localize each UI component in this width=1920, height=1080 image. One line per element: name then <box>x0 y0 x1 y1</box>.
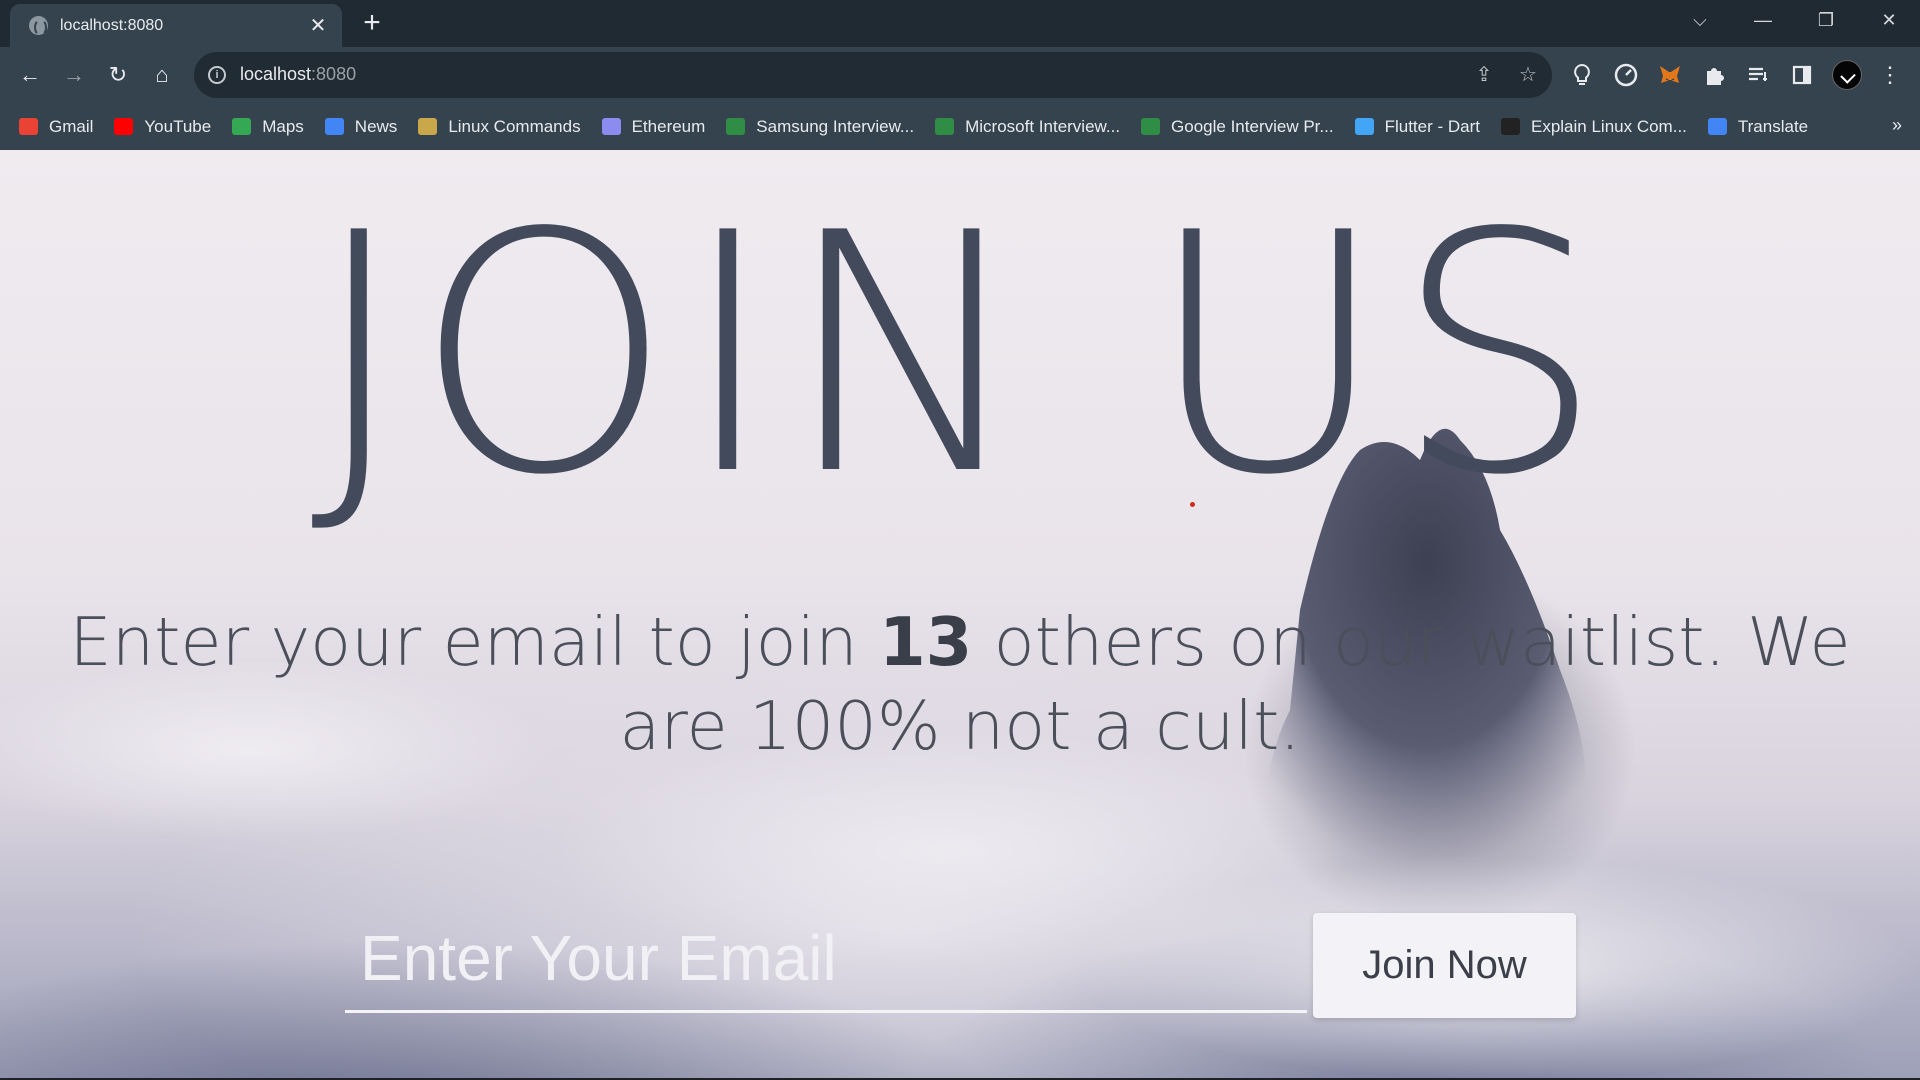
flutter-icon <box>1354 118 1374 135</box>
site-info-icon[interactable]: i <box>208 66 226 84</box>
gmail-icon <box>19 118 38 135</box>
forward-button[interactable]: → <box>58 59 90 91</box>
bookmark-item[interactable]: Linux Commands <box>418 116 581 137</box>
bookmark-item[interactable]: Samsung Interview... <box>726 117 914 137</box>
more-menu-icon[interactable]: ⋮ <box>1874 59 1906 91</box>
bookmark-label: Microsoft Interview... <box>965 116 1121 136</box>
bookmarks-bar: Gmail YouTube Maps News Linux Commands Ethere… <box>0 103 1920 150</box>
maps-icon <box>232 118 252 135</box>
bookmark-label: Samsung Interview... <box>756 116 915 136</box>
bookmark-label: Translate <box>1737 116 1809 136</box>
close-tab-icon[interactable]: ✕ <box>308 16 328 36</box>
metamask-fox-icon[interactable] <box>1654 59 1686 91</box>
bookmark-label: News <box>354 116 398 136</box>
restore-button[interactable]: ❐ <box>1806 6 1846 34</box>
bookmark-star-icon[interactable]: ☆ <box>1516 63 1540 87</box>
url-port: :8080 <box>311 64 357 84</box>
browser-toolbar: ← → ↻ ⌂ i localhost:8080 ⇪ ☆ ⋮ <box>0 47 1920 103</box>
bookmark-item[interactable]: Ethereum <box>601 116 706 137</box>
bookmark-label: Gmail <box>49 116 94 136</box>
join-now-button[interactable]: Join Now <box>1313 913 1576 1018</box>
terminal-icon <box>1500 118 1520 135</box>
speedometer-extension-icon[interactable] <box>1610 59 1642 91</box>
mouse-cursor-dot <box>1190 502 1195 507</box>
bookmarks-overflow-button[interactable]: » <box>1892 115 1902 136</box>
bookmark-label: Explain Linux Com... <box>1530 116 1687 136</box>
new-tab-button[interactable]: + <box>357 8 387 38</box>
waitlist-description: Enter your email to join 13 others on ou… <box>30 600 1890 768</box>
back-button[interactable]: ← <box>14 59 46 91</box>
waitlist-count: 13 <box>879 603 973 681</box>
reading-list-icon[interactable] <box>1742 59 1774 91</box>
page-title: JOIN US <box>310 163 1610 547</box>
bookmark-item[interactable]: News <box>324 116 398 137</box>
close-window-button[interactable]: ✕ <box>1869 6 1909 34</box>
minimize-button[interactable]: — <box>1743 6 1783 34</box>
translate-icon <box>1707 118 1727 135</box>
news-icon <box>324 118 344 135</box>
url-text[interactable]: localhost:8080 <box>240 64 356 85</box>
share-icon[interactable]: ⇪ <box>1472 63 1496 87</box>
bookmark-item[interactable]: Google Interview Pr... <box>1141 117 1334 137</box>
bookmark-item[interactable]: Microsoft Interview... <box>935 117 1120 137</box>
email-input[interactable] <box>345 905 1307 1013</box>
ethereum-icon <box>601 118 621 135</box>
bookmark-item[interactable]: YouTube <box>114 117 211 137</box>
tab-search-icon[interactable]: ⌵ <box>1680 6 1720 34</box>
gfg-icon <box>935 118 955 135</box>
bookmark-item[interactable]: Maps <box>232 117 304 137</box>
tab-strip: localhost:8080 ✕ + ⌵ — ❐ ✕ <box>0 0 1920 47</box>
url-host: localhost <box>240 64 312 84</box>
extensions-puzzle-icon[interactable] <box>1698 59 1730 91</box>
bookmark-item[interactable]: Explain Linux Com... <box>1500 116 1687 137</box>
lightbulb-extension-icon[interactable] <box>1566 59 1598 91</box>
bookmark-item[interactable]: Translate <box>1707 116 1809 137</box>
subline-before: Enter your email to join <box>69 603 880 681</box>
landing-page: JOIN US Enter your email to join 13 othe… <box>0 150 1920 1078</box>
linux-icon <box>418 118 438 135</box>
home-button[interactable]: ⌂ <box>146 59 178 91</box>
bookmark-label: Maps <box>262 116 304 136</box>
bookmark-label: Linux Commands <box>448 116 581 136</box>
side-panel-icon[interactable] <box>1786 59 1818 91</box>
profile-avatar[interactable] <box>1832 60 1862 90</box>
gfg-icon <box>726 118 746 135</box>
browser-tab[interactable]: localhost:8080 ✕ <box>10 4 342 47</box>
bookmark-item[interactable]: Flutter - Dart <box>1354 116 1480 137</box>
bookmark-label: Google Interview Pr... <box>1171 116 1334 136</box>
bookmark-item[interactable]: Gmail <box>19 117 93 137</box>
bookmark-label: Flutter - Dart <box>1384 116 1480 136</box>
address-bar[interactable]: i localhost:8080 ⇪ ☆ <box>194 52 1552 98</box>
bookmark-label: Ethereum <box>631 116 706 136</box>
youtube-icon <box>114 118 134 135</box>
bookmark-label: YouTube <box>144 116 212 136</box>
tab-title: localhost:8080 <box>60 16 164 34</box>
reload-button[interactable]: ↻ <box>102 59 134 91</box>
gfg-icon <box>1141 118 1161 135</box>
globe-icon <box>29 16 48 36</box>
